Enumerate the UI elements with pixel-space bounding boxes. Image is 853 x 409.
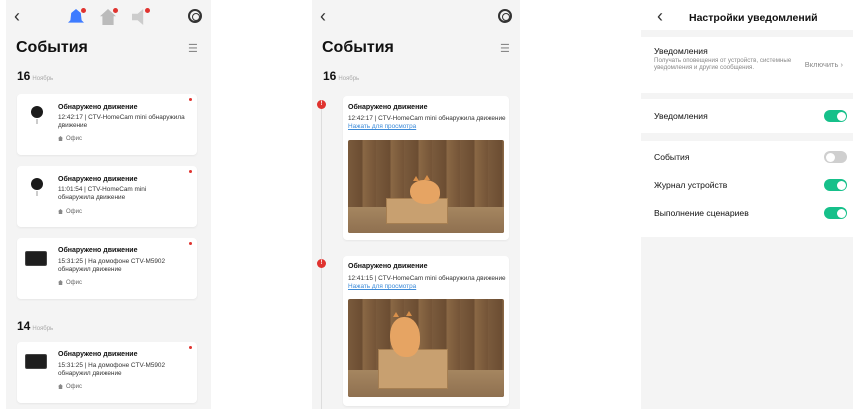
filter-icon[interactable]: ☰	[500, 42, 510, 55]
location-label: Офис	[58, 209, 82, 215]
event-card[interactable]: Обнаружено движение 11:01:54 | CTV-HomeC…	[17, 166, 197, 227]
location-label: Офис	[58, 384, 82, 390]
gear-icon[interactable]	[498, 9, 512, 23]
row-label: Уведомления	[654, 46, 708, 56]
event-card[interactable]: Обнаружено движение 12:42:17 | CTV-HomeC…	[343, 96, 509, 240]
events-toggle[interactable]	[824, 151, 847, 163]
location-label: Офис	[58, 136, 82, 142]
back-icon[interactable]: ‹	[657, 7, 663, 25]
page-title: События	[322, 39, 394, 56]
event-card[interactable]: Обнаружено движение 15:31:25 | На домофо…	[17, 342, 197, 403]
back-icon[interactable]: ‹	[320, 7, 326, 25]
date-header: 16 Ноябрь	[17, 69, 54, 83]
event-desc: 15:31:25 | На домофоне CTV-M5902 обнаруж…	[58, 258, 166, 273]
bell-icon[interactable]	[68, 8, 86, 25]
page-title: Настройки уведомлений	[689, 12, 818, 24]
monitor-icon	[25, 354, 47, 369]
alert-icon: !	[317, 259, 326, 268]
date-header: 16 Ноябрь	[323, 69, 360, 83]
row-label: Уведомления	[654, 111, 708, 121]
home-icon[interactable]	[100, 8, 118, 25]
row-label: События	[654, 152, 690, 162]
top-bar: ‹	[312, 0, 520, 36]
events-screen-2: ‹ События ☰ 16 Ноябрь ! Обнаружено движен…	[312, 0, 520, 409]
event-desc: 11:01:54 | CTV-HomeCam mini обнаружила д…	[58, 186, 147, 201]
event-desc: 15:31:25 | На домофоне CTV-M5902 обнаруж…	[58, 362, 166, 377]
top-bar: ‹	[6, 0, 211, 36]
location-label: Офис	[58, 280, 82, 286]
row-sub: Получать оповещения от устройств, систем…	[654, 57, 792, 71]
gear-icon[interactable]	[188, 9, 202, 23]
camera-icon	[31, 106, 43, 124]
alert-icon: !	[317, 100, 326, 109]
row-label: Выполнение сценариев	[654, 208, 749, 218]
event-desc: 12:41:15 | CTV-HomeCam mini обнаружила д…	[348, 275, 506, 290]
notification-settings-screen: ‹ Настройки уведомлений Уведомления Полу…	[641, 0, 853, 409]
event-title: Обнаружено движение	[58, 247, 138, 254]
event-desc: 12:42:17 | CTV-HomeCam mini обнаружила д…	[58, 114, 185, 129]
event-title: Обнаружено движение	[58, 104, 138, 111]
view-link[interactable]: Нажать для просмотра	[348, 123, 416, 130]
event-desc: 12:42:17 | CTV-HomeCam mini обнаружила д…	[348, 115, 506, 130]
event-card[interactable]: Обнаружено движение 12:41:15 | CTV-HomeC…	[343, 256, 509, 406]
event-title: Обнаружено движение	[348, 263, 428, 270]
event-photo[interactable]	[348, 140, 504, 233]
event-card[interactable]: Обнаружено движение 15:31:25 | На домофо…	[17, 238, 197, 299]
event-title: Обнаружено движение	[348, 104, 428, 111]
timeline	[321, 100, 322, 409]
notifications-toggle-row: Уведомления	[641, 99, 853, 133]
notifications-row[interactable]: Уведомления Получать оповещения от устро…	[641, 37, 853, 93]
speaker-icon[interactable]	[132, 8, 150, 25]
page-title: События	[16, 39, 88, 56]
row-label: Журнал устройств	[654, 180, 728, 190]
journal-toggle[interactable]	[824, 179, 847, 191]
camera-icon	[31, 178, 43, 196]
notifications-toggle[interactable]	[824, 110, 847, 122]
event-title: Обнаружено движение	[58, 176, 138, 183]
view-link[interactable]: Нажать для просмотра	[348, 283, 416, 290]
date-header: 14 Ноябрь	[17, 319, 54, 333]
monitor-icon	[25, 251, 47, 266]
event-card[interactable]: Обнаружено движение 12:42:17 | CTV-HomeC…	[17, 94, 197, 155]
events-screen-1: ‹ События ☰ 16 Ноябрь Обнаружено движение…	[6, 0, 211, 409]
scenarios-toggle[interactable]	[824, 207, 847, 219]
filter-icon[interactable]: ☰	[188, 42, 198, 55]
header: ‹ Настройки уведомлений	[641, 0, 853, 30]
event-photo[interactable]	[348, 299, 504, 397]
back-icon[interactable]: ‹	[14, 7, 20, 25]
event-title: Обнаружено движение	[58, 351, 138, 358]
categories-block: События Журнал устройств Выполнение сцен…	[641, 141, 853, 237]
enable-link[interactable]: Включить ›	[805, 60, 843, 69]
